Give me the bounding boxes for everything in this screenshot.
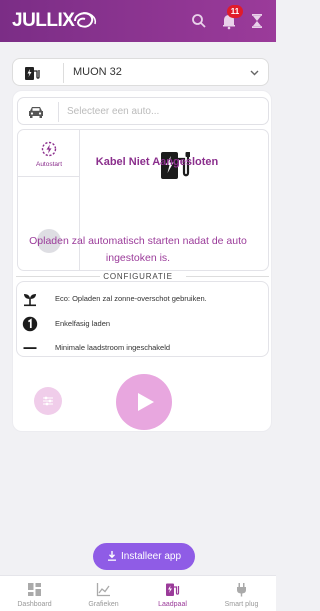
device-select[interactable]: MUON 32 [12,58,269,86]
nav-label-dashboard: Dashboard [17,601,52,608]
nav-label-smart-plug: Smart plug [224,601,259,608]
config-row-phase: Enkelfasig laden [17,315,270,333]
dashboard-icon [28,583,41,596]
config-text-phase: Enkelfasig laden [55,319,111,328]
search-icon[interactable] [190,12,208,30]
divider [18,176,79,177]
install-app-button[interactable]: Installeer app [93,543,195,570]
brand-logo: JULLIX [12,10,75,31]
device-name: MUON 32 [73,66,122,78]
car-icon [29,107,43,118]
settings-button[interactable] [34,387,62,415]
nav-item-smart-plug[interactable]: Smart plug [207,576,276,611]
notification-badge: 11 [227,5,243,18]
ev-charger-icon [25,67,40,80]
config-row-min-current: Minimale laadstroom ingeschakeld [17,339,270,357]
config-text-eco: Eco: Opladen zal zonne-overschot gebruik… [55,294,207,303]
top-bar: JULLIX 11 [0,0,276,42]
divider [58,102,59,122]
chart-icon [96,583,110,597]
nav-item-grafieken[interactable]: Grafieken [69,576,138,611]
nav-item-dashboard[interactable]: Dashboard [0,576,69,611]
config-box: Eco: Opladen zal zonne-overschot gebruik… [16,281,269,357]
minimum-current-icon [23,347,37,349]
start-charging-button[interactable] [116,374,172,430]
download-icon [108,551,116,561]
car-placeholder: Selecteer een auto... [67,106,160,117]
autostart-icon[interactable] [40,140,58,158]
car-select[interactable]: Selecteer een auto... [17,97,269,125]
bottom-navigation: Dashboard Grafieken Laadpaal Smart plug [0,575,276,611]
config-row-eco: Eco: Opladen zal zonne-overschot gebruik… [17,290,270,308]
nav-label-laadpaal: Laadpaal [158,601,187,608]
hourglass-icon[interactable] [248,12,266,30]
eco-sprout-icon [24,294,36,307]
chevron-down-icon [250,70,259,76]
nav-label-grafieken: Grafieken [88,601,119,608]
plug-icon [237,583,246,597]
config-text-min-current: Minimale laadstroom ingeschakeld [55,343,171,352]
sliders-icon [43,396,53,406]
phase-one-icon [22,316,38,332]
nav-item-laadpaal[interactable]: Laadpaal [138,576,207,611]
brand-mark-icon [74,12,97,28]
divider [63,63,64,83]
charger-icon [166,583,180,596]
autostart-info-text: Opladen zal automatisch starten nadat de… [29,235,247,264]
divider [186,276,269,277]
install-app-label: Installeer app [121,551,182,562]
play-icon [138,393,154,411]
cable-status-text: Kabel Niet Aangesloten [95,156,219,168]
